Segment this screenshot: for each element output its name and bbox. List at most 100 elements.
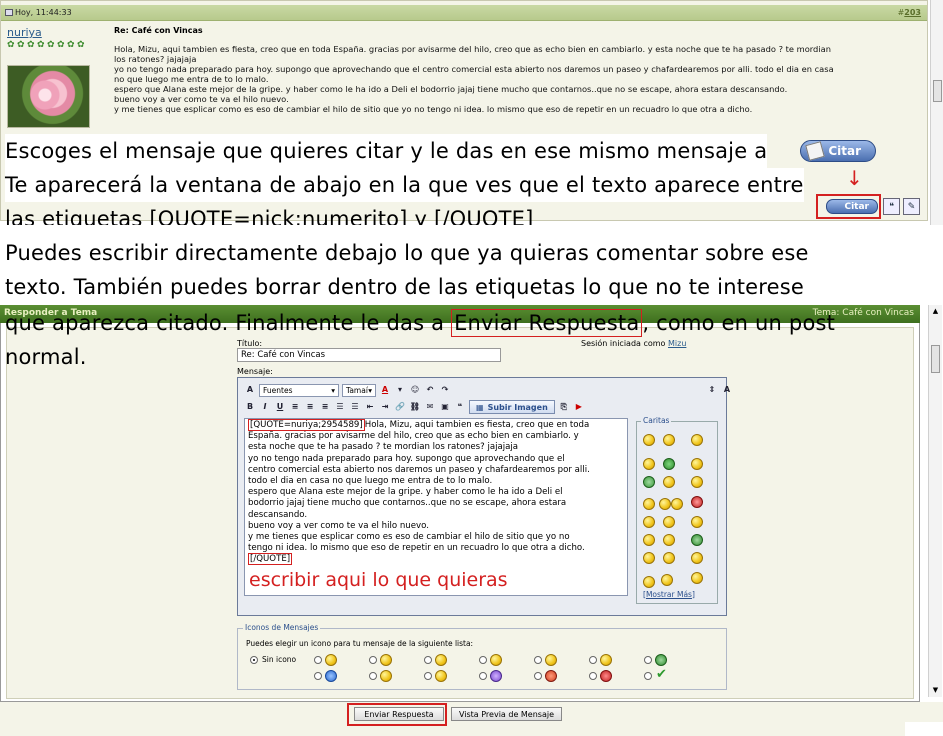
quick-reply-icon[interactable]: ✎ [903,198,920,215]
icon-radio[interactable] [534,656,542,664]
angry-smiley-icon[interactable] [691,496,703,508]
icon-radio[interactable] [424,656,432,664]
icon-radio[interactable] [644,672,652,680]
scrollbar-thumb[interactable] [933,80,942,102]
font-color-icon[interactable]: A [379,384,391,396]
scroll-down-icon[interactable]: ▼ [931,686,940,695]
smiley-icon[interactable] [691,572,703,584]
smiley-icon[interactable] [643,576,655,588]
message-icons-legend: Iconos de Mensajes [243,623,321,632]
reputation-icon: ✿ [77,40,85,50]
link-icon[interactable]: 🔗 [394,401,406,413]
message-line: descansando. [248,509,308,520]
icon-radio[interactable] [424,672,432,680]
sick-smiley-icon[interactable] [643,476,655,488]
smiley-icon[interactable] [671,498,683,510]
send-reply-button[interactable]: Enviar Respuesta [354,707,444,721]
underline-icon[interactable]: U [274,401,286,413]
smiley-icon[interactable] [663,516,675,528]
redo-icon[interactable]: ↷ [439,384,451,396]
smiley-icon[interactable] [691,552,703,564]
icon-radio[interactable] [314,656,322,664]
attach-icon[interactable]: ⎘ [558,401,570,413]
italic-icon[interactable]: I [259,401,271,413]
title-input[interactable]: Re: Café con Vincas [237,348,501,362]
post-title: Re: Café con Vincas [114,26,203,35]
session-user-link[interactable]: Mizu [668,339,686,348]
text-direction-icon[interactable]: A [721,384,733,396]
align-right-icon[interactable]: ≡ [319,401,331,413]
smiley-icon[interactable] [691,516,703,528]
thumbs-up-icon [325,654,337,666]
font-select[interactable]: Fuentes ▾ [259,383,339,397]
icon-radio[interactable] [479,656,487,664]
unlink-icon[interactable]: ⛓ [409,401,421,413]
image-icon[interactable]: ▣ [439,401,451,413]
outdent-icon[interactable]: ⇤ [364,401,376,413]
smiley-icon[interactable] [663,434,675,446]
message-textarea[interactable]: [QUOTE=nuriya;2954589] Hola, Mizu, aqui t… [244,418,628,596]
smiley-icon[interactable] [691,476,703,488]
post-number[interactable]: 203 [904,8,921,17]
message-icons-description: Puedes elegir un icono para tu mensaje d… [246,639,474,648]
youtube-icon[interactable]: ▶ [573,401,585,413]
alien-smiley-icon[interactable] [663,458,675,470]
icon-radio[interactable] [479,672,487,680]
post-username[interactable]: nuriya [7,26,42,39]
reply-scrollbar[interactable]: ▲ ▼ [928,305,942,697]
icon-radio[interactable] [589,656,597,664]
bold-icon[interactable]: B [244,401,256,413]
citar-button[interactable]: Citar [826,199,878,214]
icon-radio-none[interactable] [250,656,258,664]
chevron-down-icon[interactable]: ▾ [394,384,406,396]
icon-radio[interactable] [369,672,377,680]
preview-button[interactable]: Vista Previa de Mensaje [451,707,562,721]
post-body: Hola, Mizu, aqui tambien es fiesta, creo… [114,44,924,114]
arrow-down-icon: ↓ [846,166,863,190]
scroll-up-icon[interactable]: ▲ [931,307,940,316]
upload-image-button[interactable]: ▦ Subir Imagen [469,400,555,414]
smiley-icon[interactable] [663,552,675,564]
smiley-icon[interactable] [643,516,655,528]
resize-icon[interactable]: ⇕ [706,384,718,396]
message-line: yo no tengo nada preparado para hoy. sup… [248,453,565,464]
smiley-icon[interactable] [663,534,675,546]
smiley-icon[interactable] [691,434,703,446]
unordered-list-icon[interactable]: ☰ [349,401,361,413]
ordered-list-icon[interactable]: ☰ [334,401,346,413]
scrollbar-thumb[interactable] [931,345,940,373]
show-more-smilies-link[interactable]: [Mostrar Más] [643,590,695,599]
reputation-icon: ✿ [47,40,55,50]
indent-icon[interactable]: ⇥ [379,401,391,413]
icon-radio[interactable] [589,672,597,680]
smiley-icon[interactable] [691,534,703,546]
page-scrollbar[interactable] [930,0,943,230]
smiley-icon[interactable] [643,534,655,546]
undo-icon[interactable]: ↶ [424,384,436,396]
icon-radio[interactable] [369,656,377,664]
smiley-icon[interactable] [643,552,655,564]
smilies-legend: Caritas [641,416,672,425]
icon-radio[interactable] [314,672,322,680]
icon-radio[interactable] [534,672,542,680]
align-left-icon[interactable]: ≡ [289,401,301,413]
multiquote-icon[interactable]: ❝ [883,198,900,215]
align-center-icon[interactable]: ≡ [304,401,316,413]
smiley-icon[interactable] [659,498,671,510]
smiley-icon[interactable] [643,458,655,470]
smiley-icon[interactable] [643,498,655,510]
size-select[interactable]: Tamaí ▾ [342,383,376,397]
smiley-icon[interactable] [661,574,673,586]
session-text: Sesión iniciada como [581,339,666,348]
show-more-label[interactable]: Mostrar Más [646,590,692,599]
quote-icon[interactable]: ❝ [454,401,466,413]
switch-mode-icon[interactable]: A [244,384,256,396]
smiley-icon[interactable] [663,476,675,488]
smiley-icon[interactable]: ☺ [409,384,421,396]
smiley-icon[interactable] [643,434,655,446]
icon-radio[interactable] [644,656,652,664]
email-icon[interactable]: ✉ [424,401,436,413]
post-number-link[interactable]: #203 [898,8,921,17]
smiley-icon[interactable] [691,458,703,470]
message-line: bodorrio jajaj tiene mucho que contarnos… [248,498,567,509]
